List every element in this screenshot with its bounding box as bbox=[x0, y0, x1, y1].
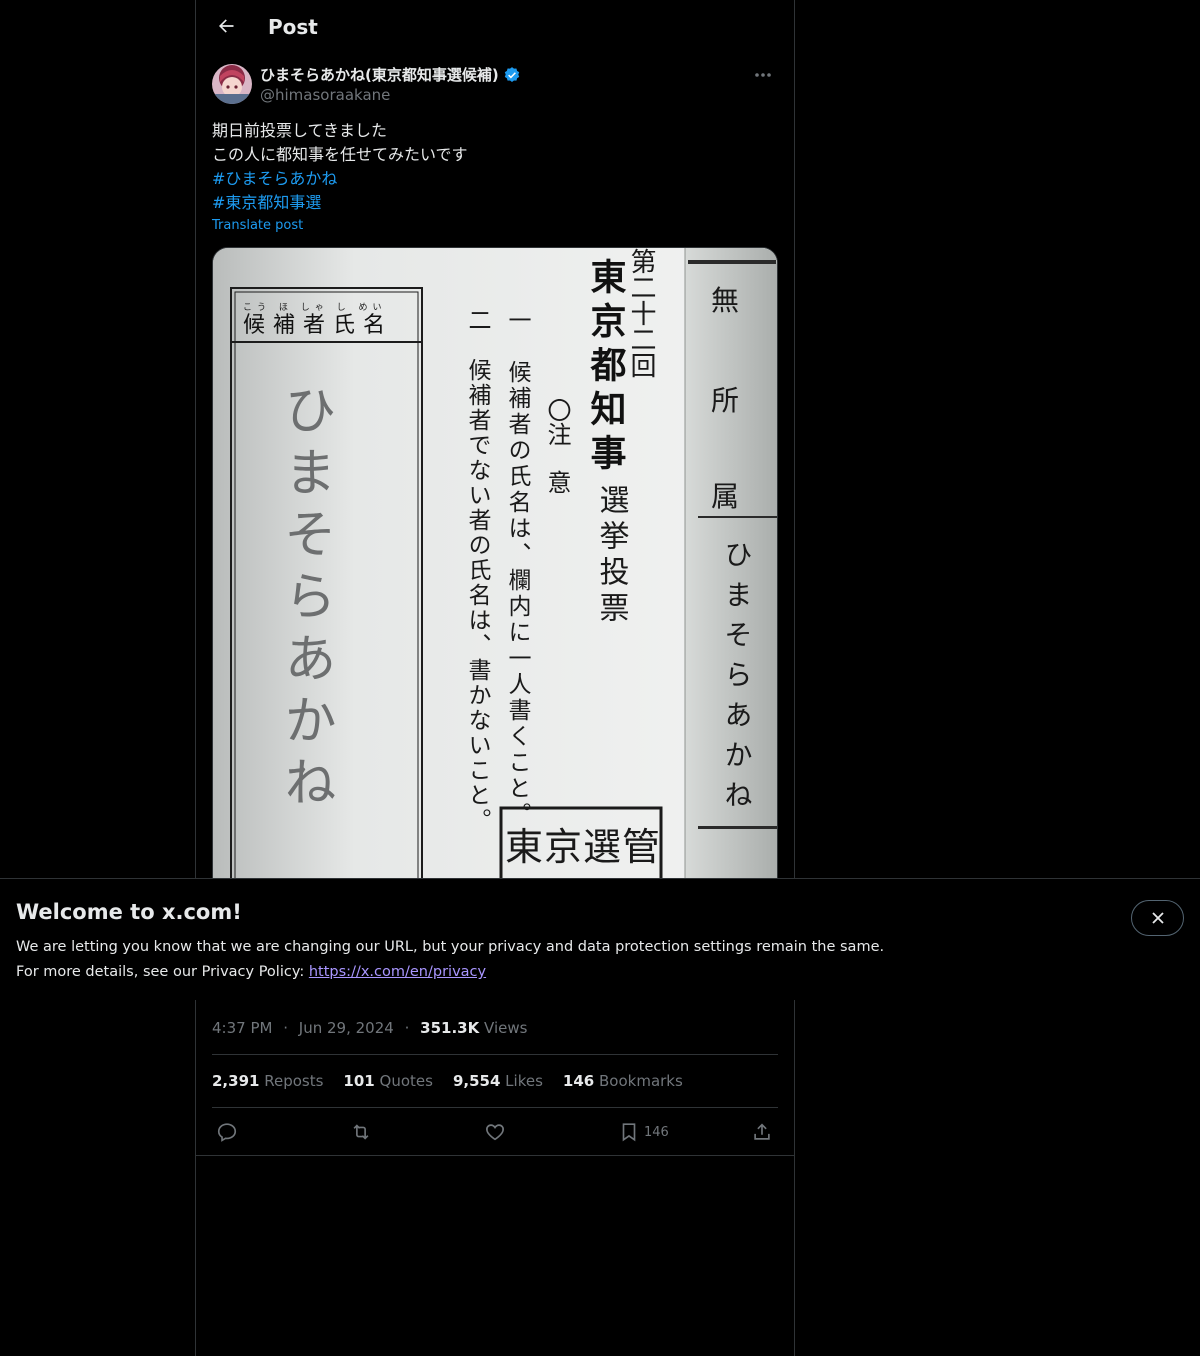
ballot-strip-name: ひまそらあかね bbox=[721, 540, 754, 820]
avatar-image bbox=[212, 64, 252, 104]
stats-row: 2,391 Reposts 101 Quotes 9,554 Likes 146… bbox=[212, 1071, 683, 1091]
ballot-strip-1: 無 bbox=[711, 284, 739, 317]
banner-close-button[interactable] bbox=[1131, 900, 1184, 936]
quotes-label: Quotes bbox=[379, 1072, 433, 1090]
more-button[interactable] bbox=[748, 64, 778, 86]
views-label: Views bbox=[484, 1019, 528, 1037]
translate-post-link[interactable]: Translate post bbox=[212, 218, 303, 233]
like-button[interactable] bbox=[484, 1118, 506, 1146]
author-row: ひまそらあかね(東京都知事選候補) @himasoraakane bbox=[212, 64, 778, 108]
reposts-count: 2,391 bbox=[212, 1072, 260, 1090]
avatar[interactable] bbox=[212, 64, 252, 104]
tweet-line: 期日前投票してきました bbox=[212, 121, 388, 140]
hashtag-link[interactable]: #東京都知事選 bbox=[212, 191, 778, 215]
banner-title: Welcome to x.com! bbox=[16, 900, 242, 924]
share-button[interactable] bbox=[751, 1118, 773, 1146]
reposts-label: Reposts bbox=[264, 1072, 324, 1090]
privacy-policy-link[interactable]: https://x.com/en/privacy bbox=[309, 964, 486, 980]
views-count: 351.3K bbox=[420, 1019, 480, 1037]
ballot-strip-3: 属 bbox=[711, 480, 739, 513]
ballot-strip-2: 所 bbox=[711, 384, 739, 417]
quotes-stat[interactable]: 101 Quotes bbox=[343, 1071, 433, 1091]
verified-badge-icon bbox=[504, 67, 519, 82]
timestamp-row: 4:37 PM · Jun 29, 2024 · 351.3K Views bbox=[212, 1018, 527, 1038]
bookmarks-stat[interactable]: 146 Bookmarks bbox=[563, 1071, 683, 1091]
author-name[interactable]: ひまそらあかね(東京都知事選候補) bbox=[260, 65, 499, 85]
ballot-election-name-1: 東京都知事 bbox=[585, 258, 628, 478]
ballot-election-name-2: 選挙投票 bbox=[594, 484, 630, 628]
bookmark-count: 146 bbox=[644, 1124, 669, 1140]
tweet-line: この人に都知事を任せてみたいです bbox=[212, 145, 468, 164]
ballot-photo[interactable]: こう ほ しゃ し めい 候補者氏名 ひまそらあかね 第二十二回 東京都知事 選… bbox=[212, 247, 778, 887]
bookmarks-label: Bookmarks bbox=[599, 1072, 683, 1090]
reply-button[interactable] bbox=[216, 1118, 238, 1146]
ballot-handwritten-name: ひまそらあかね bbox=[275, 383, 335, 817]
ballot-notice: 〇注 意 bbox=[543, 398, 571, 494]
close-icon bbox=[1151, 912, 1164, 924]
bookmark-button[interactable]: 146 bbox=[618, 1118, 669, 1146]
likes-count: 9,554 bbox=[452, 1072, 501, 1090]
like-icon bbox=[486, 1124, 504, 1141]
repost-button[interactable] bbox=[349, 1118, 373, 1146]
post-column: Post ひまそらあかね(東京都知事選候補) @himasoraakane 期日… bbox=[195, 0, 795, 1356]
page-title: Post bbox=[268, 15, 318, 39]
actions-row: 146 bbox=[212, 1118, 778, 1146]
likes-stat[interactable]: 9,554 Likes bbox=[453, 1071, 543, 1091]
author-name-wrap: ひまそらあかね(東京都知事選候補) bbox=[260, 65, 521, 85]
repost-icon bbox=[353, 1124, 369, 1140]
ballot-stamp: 東京選管 bbox=[505, 825, 661, 869]
tweet-text: 期日前投票してきました この人に都知事を任せてみたいです #ひまそらあかね #東… bbox=[212, 119, 778, 215]
more-icon bbox=[755, 73, 771, 77]
divider bbox=[196, 1155, 794, 1156]
divider bbox=[212, 1054, 778, 1055]
reposts-stat[interactable]: 2,391 Reposts bbox=[212, 1071, 323, 1091]
post-header: Post bbox=[196, 0, 794, 53]
author-handle[interactable]: @himasoraakane bbox=[260, 85, 390, 105]
ballot-rule-2: 二 候補者でない者の氏名は、書かないこと。 bbox=[464, 308, 492, 833]
ballot-election-number: 第二十二回 bbox=[626, 248, 656, 378]
bookmarks-count: 146 bbox=[562, 1072, 595, 1090]
back-arrow-icon bbox=[219, 19, 234, 33]
ballot-box-header: 候補者氏名 bbox=[243, 313, 393, 338]
separator: · bbox=[283, 1019, 289, 1037]
reply-icon bbox=[217, 1123, 237, 1142]
banner-line: We are letting you know that we are chan… bbox=[16, 939, 885, 955]
separator: · bbox=[404, 1019, 410, 1037]
hashtag-link[interactable]: #ひまそらあかね bbox=[212, 167, 778, 191]
url-change-banner: Welcome to x.com! We are letting you kno… bbox=[0, 878, 1200, 1000]
back-button[interactable] bbox=[208, 8, 244, 44]
ballot-rule-1: 一 候補者の氏名は、欄内に一人書くこと。 bbox=[504, 308, 532, 828]
divider bbox=[212, 1107, 778, 1108]
ballot-ruby: こう ほ しゃ し めい bbox=[243, 302, 386, 313]
post-time[interactable]: 4:37 PM bbox=[212, 1019, 272, 1037]
likes-label: Likes bbox=[505, 1072, 543, 1090]
post-date[interactable]: Jun 29, 2024 bbox=[299, 1019, 394, 1037]
quotes-count: 101 bbox=[343, 1072, 375, 1090]
share-icon bbox=[754, 1123, 770, 1140]
ballot-photo-graphic: こう ほ しゃ し めい 候補者氏名 ひまそらあかね 第二十二回 東京都知事 選… bbox=[213, 248, 777, 886]
banner-text: We are letting you know that we are chan… bbox=[16, 935, 884, 985]
banner-line: For more details, see our Privacy Policy… bbox=[16, 960, 884, 985]
bookmark-icon bbox=[622, 1123, 636, 1142]
banner-line-prefix: For more details, see our Privacy Policy… bbox=[16, 964, 309, 980]
